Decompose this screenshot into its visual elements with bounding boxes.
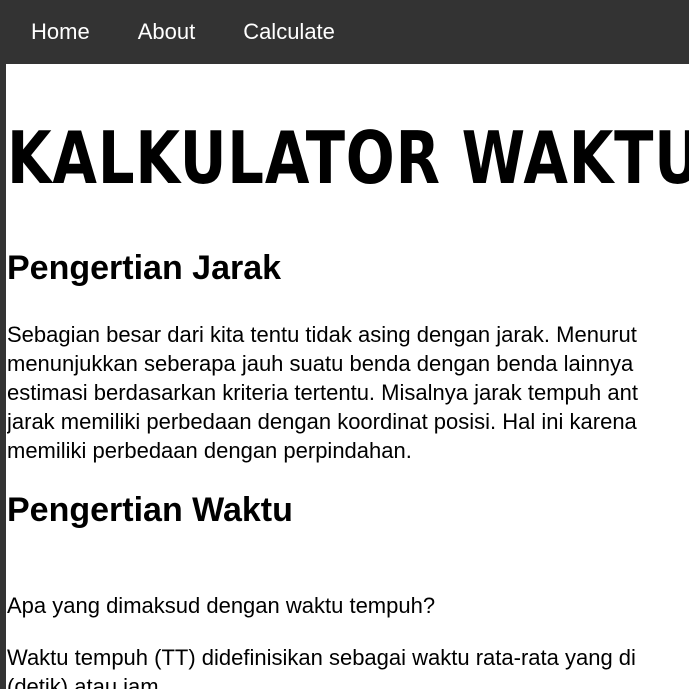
top-navigation-bar: Home About Calculate [0,0,689,64]
paragraph-line: jarak memiliki perbedaan dengan koordina… [7,409,637,434]
nav-link-home[interactable]: Home [0,20,114,44]
paragraph-line: memiliki perbedaan dengan perpindahan. [7,438,412,463]
paragraph-line: menunjukkan seberapa jauh suatu benda de… [7,351,634,376]
page-title: KALKULATOR WAKTU DA [7,116,689,200]
paragraph-line: (detik) atau jam. [7,674,165,689]
section-heading-waktu: Pengertian Waktu [7,491,293,529]
nav-link-calculate[interactable]: Calculate [219,20,359,44]
paragraph-line: Sebagian besar dari kita tentu tidak asi… [7,322,637,347]
nav-link-about[interactable]: About [114,20,220,44]
paragraph-line: Waktu tempuh (TT) didefinisikan sebagai … [7,645,636,670]
paragraph-jarak: Sebagian besar dari kita tentu tidak asi… [7,320,638,465]
paragraph-waktu-tempuh: Waktu tempuh (TT) didefinisikan sebagai … [7,643,636,689]
main-content: KALKULATOR WAKTU DA Pengertian Jarak Seb… [7,64,689,689]
section-heading-jarak: Pengertian Jarak [7,249,282,287]
left-sidebar-edge [0,0,6,689]
paragraph-line: estimasi berdasarkan kriteria tertentu. … [7,380,638,405]
browser-viewport: Home About Calculate KALKULATOR WAKTU DA… [0,0,689,689]
question-text: Apa yang dimaksud dengan waktu tempuh? [7,593,436,618]
